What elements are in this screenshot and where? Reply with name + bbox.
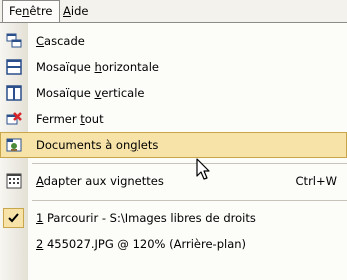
cascade-icon bbox=[6, 33, 22, 49]
menu-fenetre[interactable]: Fenêtre bbox=[2, 0, 60, 23]
tile-vertical-icon bbox=[6, 85, 22, 101]
menu-item-fit-thumbnails[interactable]: Adapter aux vignettes Ctrl+W bbox=[0, 168, 347, 194]
menu-aide[interactable]: Aide bbox=[57, 0, 94, 22]
menu-fenetre-label: Fenêtre bbox=[9, 4, 53, 18]
menu-item-label: Mosaïque verticale bbox=[36, 86, 145, 100]
menu-item-tile-vertical[interactable]: Mosaïque verticale bbox=[0, 80, 347, 106]
menu-item-label: 2 455027.JPG @ 120% (Arrière-plan) bbox=[36, 237, 247, 251]
menu-item-label: Cascade bbox=[36, 34, 85, 48]
menu-bar: Fenêtre Aide bbox=[0, 0, 347, 23]
menu-item-tile-horizontal[interactable]: Mosaïque horizontale bbox=[0, 54, 347, 80]
shortcut-label: Ctrl+W bbox=[295, 174, 337, 188]
menu-item-window-2[interactable]: 2 455027.JPG @ 120% (Arrière-plan) bbox=[0, 231, 347, 257]
menu-item-label: Mosaïque horizontale bbox=[36, 60, 159, 74]
menu-item-label: Adapter aux vignettes bbox=[36, 174, 164, 188]
menu-item-tabbed-documents[interactable]: Documents à onglets bbox=[0, 132, 347, 158]
menu-item-label: Fermer tout bbox=[36, 112, 104, 126]
fit-thumbnails-icon bbox=[6, 173, 22, 189]
menu-item-window-1[interactable]: 1 Parcourir - S:\Images libres de droits bbox=[0, 205, 347, 231]
menu-item-label: Documents à onglets bbox=[36, 138, 159, 152]
menu-item-close-all[interactable]: Fermer tout bbox=[0, 106, 347, 132]
tabbed-documents-icon bbox=[6, 137, 22, 153]
close-all-icon bbox=[6, 111, 22, 127]
mouse-cursor-icon bbox=[196, 158, 210, 180]
fenetre-dropdown-menu: Cascade Mosaïque horizontale Mosaïque ve… bbox=[0, 22, 347, 280]
menu-item-cascade[interactable]: Cascade bbox=[0, 28, 347, 54]
menu-aide-label: Aide bbox=[63, 4, 89, 18]
tile-horizontal-icon bbox=[6, 59, 22, 75]
check-mark-icon bbox=[3, 208, 24, 228]
menu-separator bbox=[32, 163, 347, 164]
menu-item-label: 1 Parcourir - S:\Images libres de droits bbox=[36, 211, 256, 225]
menu-separator bbox=[32, 200, 347, 201]
